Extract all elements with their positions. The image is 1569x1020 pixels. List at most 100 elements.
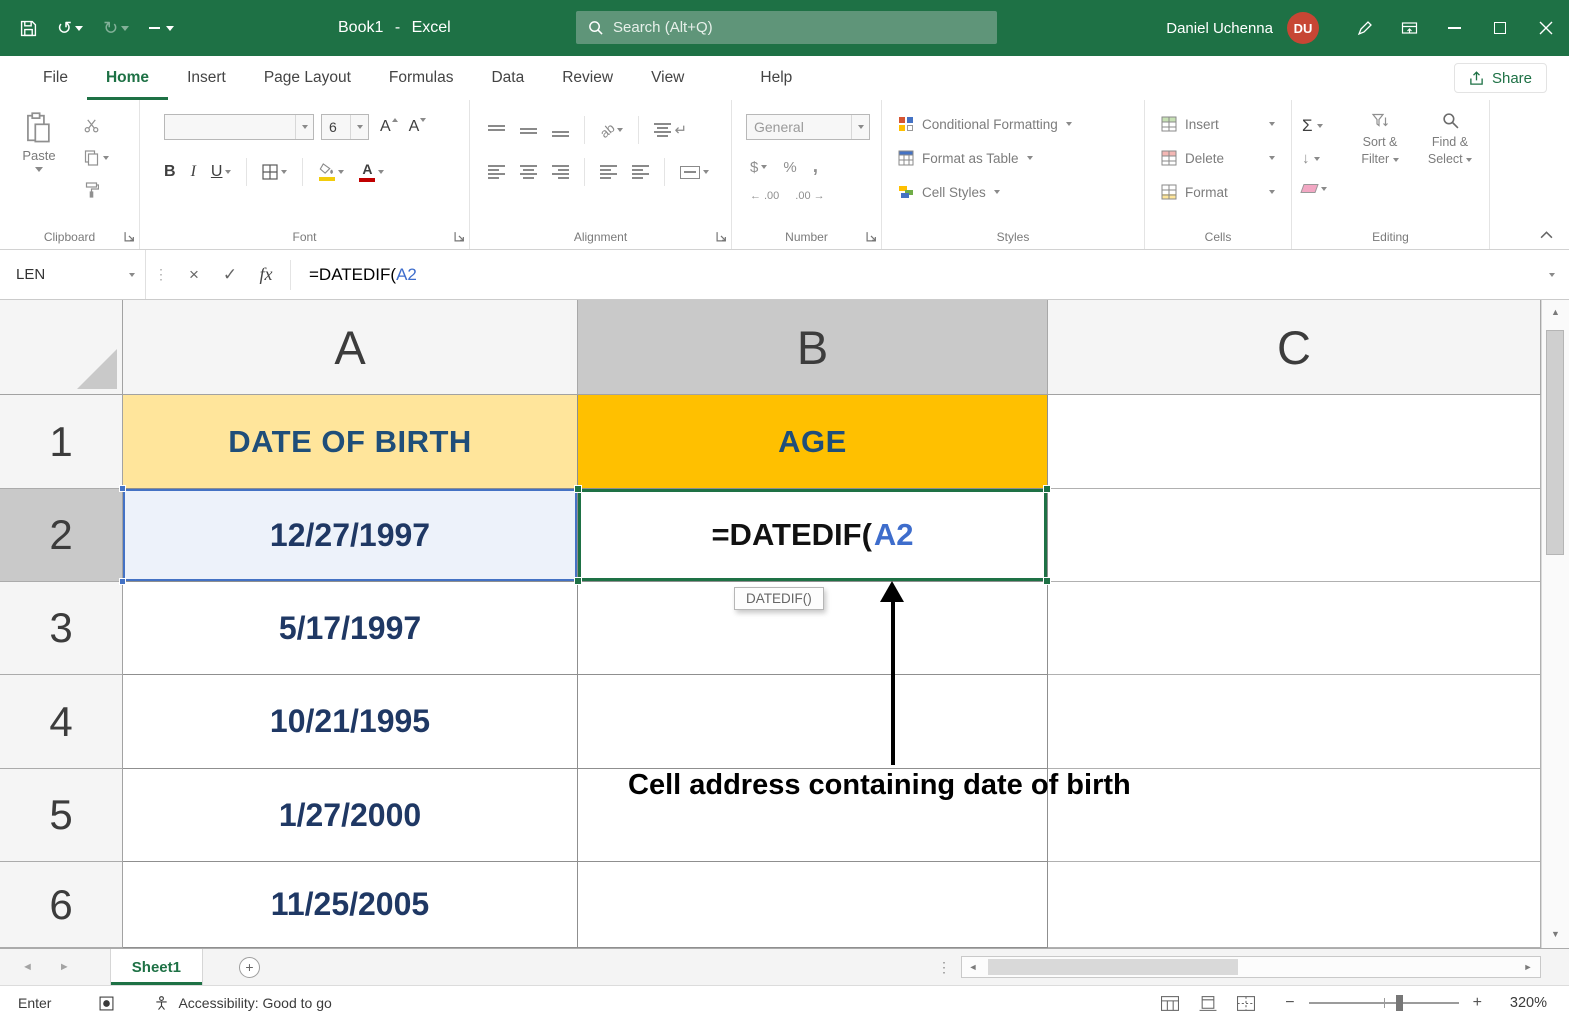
name-box[interactable]: LEN — [0, 250, 146, 299]
number-dialog-launcher[interactable] — [866, 231, 877, 242]
row-header-4[interactable]: 4 — [0, 675, 123, 769]
fill-handle[interactable] — [1043, 577, 1051, 585]
cell-c3[interactable] — [1048, 582, 1541, 675]
format-as-table-button[interactable]: Format as Table — [898, 150, 1033, 166]
enter-button[interactable]: ✓ — [212, 265, 248, 285]
scroll-down-button[interactable]: ▼ — [1542, 922, 1569, 946]
align-center-button[interactable] — [520, 165, 537, 179]
tab-view[interactable]: View — [632, 56, 703, 100]
avatar[interactable]: DU — [1287, 12, 1319, 44]
tab-splitter-handle[interactable]: ⋮ — [937, 959, 951, 976]
row-header-2[interactable]: 2 — [0, 489, 123, 582]
format-cells-button[interactable]: Format — [1161, 184, 1275, 200]
italic-button[interactable]: I — [191, 163, 196, 181]
row-header-1[interactable]: 1 — [0, 395, 123, 489]
select-all-corner[interactable] — [0, 300, 123, 395]
number-format-combobox[interactable]: General — [746, 114, 870, 140]
horizontal-scrollbar[interactable]: ◄ ► — [961, 956, 1541, 978]
macro-record-button[interactable] — [99, 996, 114, 1011]
font-name-combobox[interactable] — [164, 114, 314, 140]
minimize-button[interactable] — [1431, 0, 1477, 56]
tab-file[interactable]: File — [24, 56, 87, 100]
sort-filter-button[interactable]: Sort & Filter — [1348, 112, 1412, 168]
pen-button[interactable] — [1343, 20, 1387, 36]
redo-button[interactable]: ↻ — [103, 19, 129, 37]
shrink-font-button[interactable]: A — [409, 118, 427, 136]
tab-insert[interactable]: Insert — [168, 56, 245, 100]
scroll-left-button[interactable]: ◄ — [962, 962, 984, 972]
insert-function-button[interactable]: fx — [248, 264, 284, 285]
merge-center-button[interactable] — [680, 166, 709, 179]
sheet-nav-left-button[interactable]: ◄ — [22, 961, 33, 973]
row-header-6[interactable]: 6 — [0, 862, 123, 948]
align-right-button[interactable] — [552, 165, 569, 179]
percent-button[interactable]: % — [783, 159, 796, 176]
close-button[interactable] — [1523, 0, 1569, 56]
wrap-text-button[interactable]: ↵ — [654, 121, 687, 139]
zoom-out-button[interactable]: − — [1285, 994, 1294, 1012]
underline-button[interactable]: U — [211, 163, 232, 181]
column-header-b[interactable]: B — [578, 300, 1048, 395]
search-box[interactable] — [576, 11, 997, 44]
maximize-button[interactable] — [1477, 0, 1523, 56]
page-break-view-icon[interactable] — [1237, 996, 1255, 1011]
find-select-button[interactable]: Find & Select — [1418, 112, 1482, 168]
column-header-a[interactable]: A — [123, 300, 578, 395]
zoom-slider[interactable] — [1309, 1002, 1459, 1004]
ribbon-display-options-button[interactable] — [1387, 20, 1431, 36]
customize-quick-access-button[interactable] — [149, 26, 174, 31]
scroll-right-button[interactable]: ► — [1518, 962, 1538, 972]
cell-b2[interactable]: =DATEDIF(A2 — [578, 489, 1048, 582]
vertical-scroll-thumb[interactable] — [1546, 330, 1564, 555]
grow-font-button[interactable]: A — [380, 118, 398, 136]
reference-handle[interactable] — [119, 578, 126, 585]
cell-b6[interactable] — [578, 862, 1048, 948]
tab-page-layout[interactable]: Page Layout — [245, 56, 370, 100]
tab-review[interactable]: Review — [543, 56, 632, 100]
accessibility-status[interactable]: Accessibility: Good to go — [154, 995, 331, 1011]
cell-a2[interactable]: 12/27/1997 — [123, 489, 578, 582]
clear-button[interactable] — [1302, 184, 1327, 193]
cell-a1[interactable]: DATE OF BIRTH — [123, 395, 578, 489]
delete-cells-button[interactable]: Delete — [1161, 150, 1275, 166]
row-header-5[interactable]: 5 — [0, 769, 123, 862]
alignment-dialog-launcher[interactable] — [716, 231, 727, 242]
formula-bar-handle[interactable]: ⋮ — [146, 266, 176, 283]
font-color-button[interactable]: A — [359, 162, 384, 182]
expand-formula-bar-button[interactable] — [1549, 273, 1555, 277]
selection-handle[interactable] — [1043, 485, 1051, 493]
increase-indent-button[interactable] — [632, 165, 649, 179]
decrease-indent-button[interactable] — [600, 165, 617, 179]
tab-formulas[interactable]: Formulas — [370, 56, 473, 100]
sheet-tab-sheet1[interactable]: Sheet1 — [110, 949, 203, 985]
formula-input[interactable]: =DATEDIF(A2 — [309, 265, 417, 285]
insert-cells-button[interactable]: Insert — [1161, 116, 1275, 132]
cut-button[interactable] — [84, 118, 99, 133]
collapse-ribbon-button[interactable] — [1540, 231, 1553, 239]
share-button[interactable]: Share — [1454, 63, 1547, 93]
zoom-level[interactable]: 320% — [1510, 995, 1547, 1011]
column-header-c[interactable]: C — [1048, 300, 1541, 395]
vertical-scrollbar[interactable]: ▲ ▼ — [1541, 300, 1569, 948]
tab-data[interactable]: Data — [472, 56, 543, 100]
align-middle-button[interactable] — [520, 123, 537, 137]
borders-button[interactable] — [262, 164, 287, 180]
horizontal-scroll-thumb[interactable] — [988, 959, 1238, 975]
align-top-button[interactable] — [488, 123, 505, 137]
save-button[interactable] — [20, 20, 37, 37]
orientation-button[interactable]: ab — [600, 123, 623, 138]
cell-a5[interactable]: 1/27/2000 — [123, 769, 578, 862]
clipboard-dialog-launcher[interactable] — [124, 231, 135, 242]
autosum-button[interactable]: Σ — [1302, 116, 1323, 136]
tab-developer[interactable] — [703, 56, 741, 100]
cell-c4[interactable] — [1048, 675, 1541, 769]
copy-button[interactable] — [84, 150, 109, 166]
zoom-in-button[interactable]: + — [1473, 994, 1482, 1012]
cell-c1[interactable] — [1048, 395, 1541, 489]
cell-c6[interactable] — [1048, 862, 1541, 948]
sheet-nav-right-button[interactable]: ► — [59, 961, 70, 973]
align-left-button[interactable] — [488, 165, 505, 179]
cell-a4[interactable]: 10/21/1995 — [123, 675, 578, 769]
fill-color-button[interactable] — [318, 163, 344, 181]
normal-view-icon[interactable] — [1161, 996, 1179, 1011]
